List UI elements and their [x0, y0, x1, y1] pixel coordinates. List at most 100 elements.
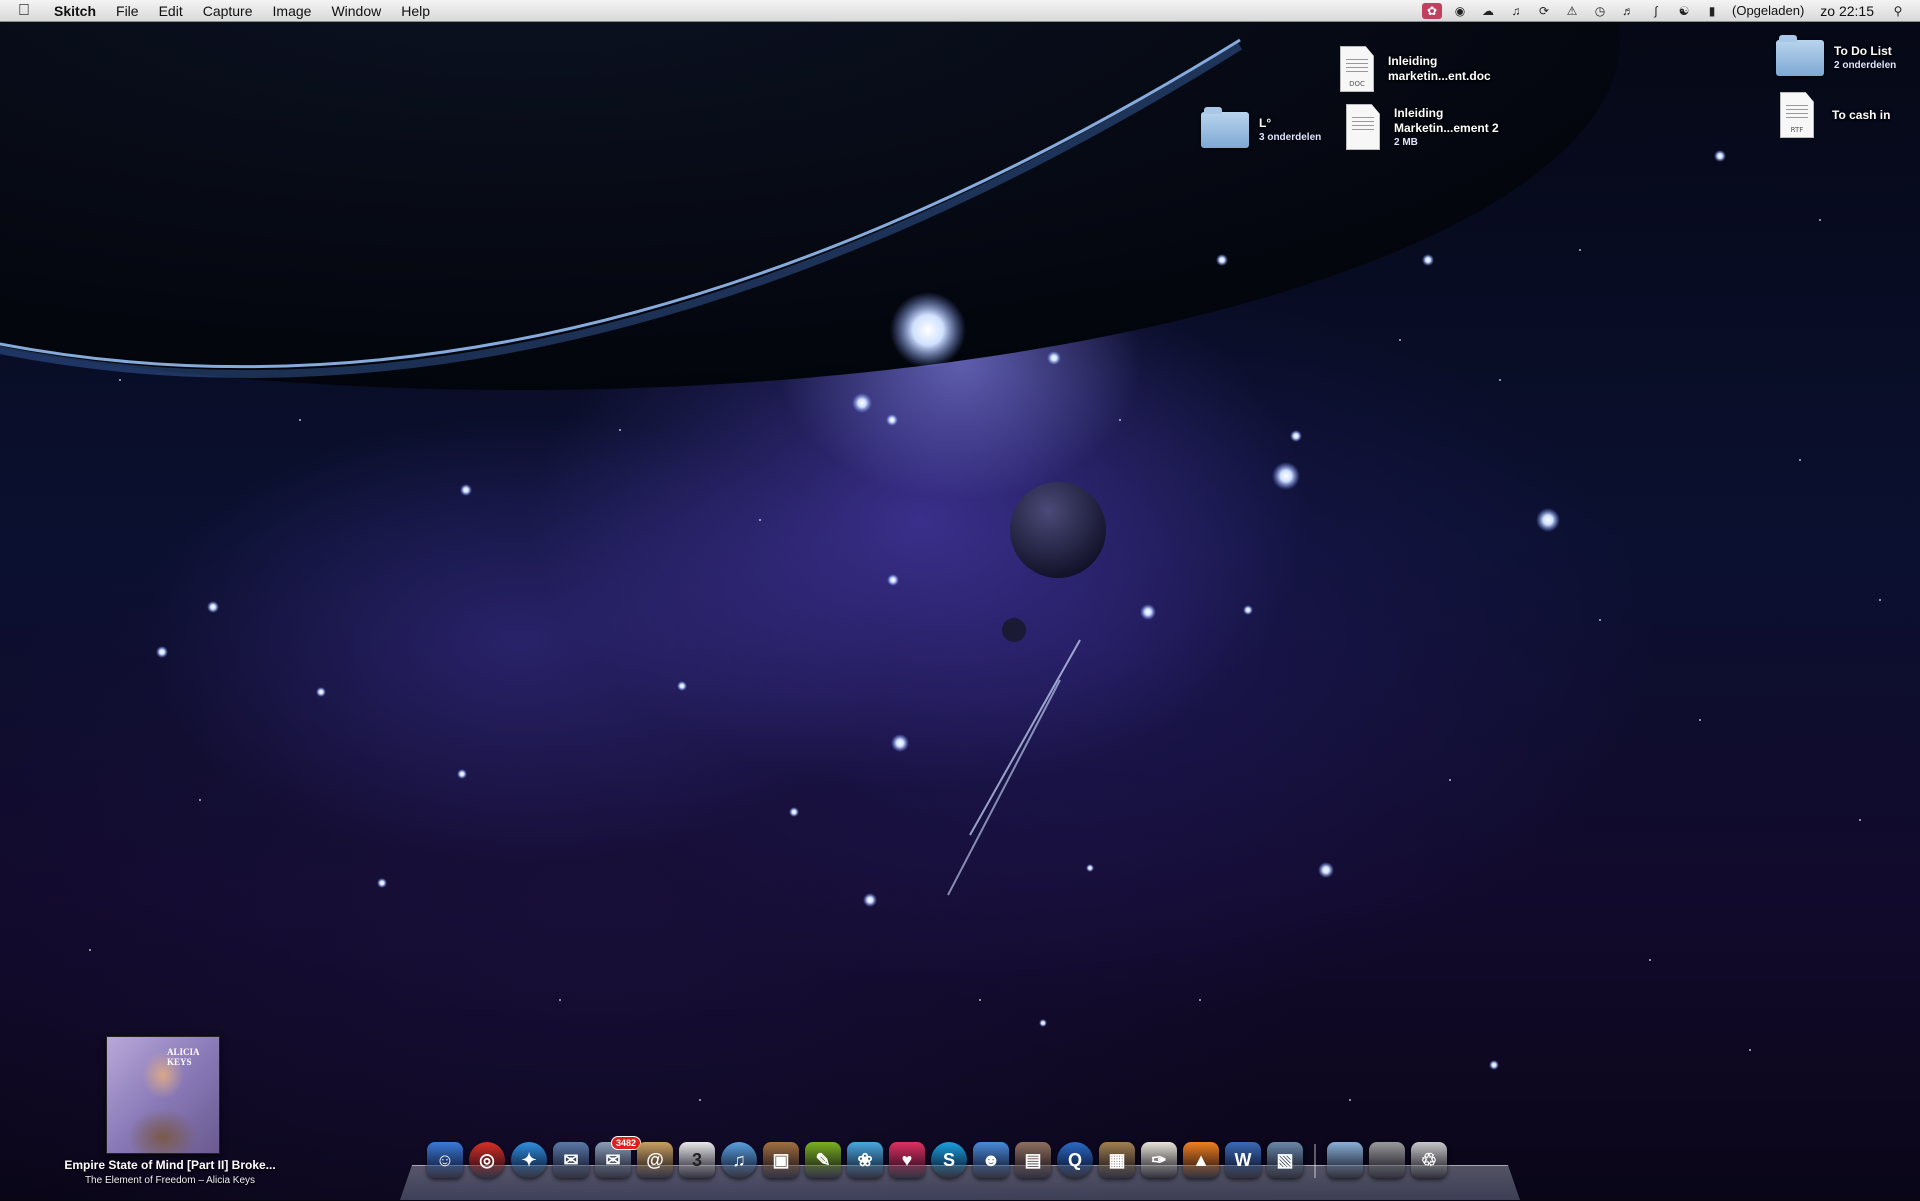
apple-menu-icon[interactable]: 	[18, 0, 36, 22]
dock: ☺ ◎ ✦ ✉ ✉ 3482 @3 ♫ ▣ ✎ ❀ ♥ S ☻ ▤ Q ▦ ✑ ▲ W ▧ ♲	[424, 1136, 1450, 1178]
menu-edit[interactable]: Edit	[149, 0, 193, 22]
vlc-glyph: ▲	[1192, 1149, 1210, 1170]
menu-file[interactable]: File	[106, 0, 149, 22]
address-book-glyph: @	[646, 1149, 664, 1170]
dock-messenger-icon[interactable]: ☻	[973, 1142, 1009, 1178]
bluetooth-icon[interactable]: ∫	[1646, 3, 1666, 19]
folder-icon	[1201, 107, 1249, 148]
desktop-item-label: Inleiding	[1394, 105, 1444, 120]
battery-status-text[interactable]: (Opgeladen)	[1726, 3, 1810, 18]
messenger-glyph: ☻	[981, 1149, 1001, 1170]
desktop-folder-l[interactable]: L° 3 onderdelen	[1201, 107, 1322, 148]
desktop-doc-to-cash-in[interactable]: RTF To cash in	[1780, 92, 1890, 138]
dock-ical-icon[interactable]: 3	[679, 1142, 715, 1178]
photo-app-glyph: ▤	[1024, 1149, 1042, 1170]
textedit-glyph: ✑	[1151, 1149, 1167, 1170]
sync-icon[interactable]: ⟳	[1534, 3, 1554, 19]
dock-twitter-bird-icon[interactable]: ❀	[847, 1142, 883, 1178]
dock-chrome-icon[interactable]: ◎	[469, 1142, 505, 1178]
alert-icon[interactable]: ⚠	[1562, 3, 1582, 19]
music-note-icon[interactable]: ♫	[1506, 3, 1526, 19]
pen-tool-glyph: ✎	[815, 1149, 831, 1170]
dock-iphoto-icon[interactable]: ▣	[763, 1142, 799, 1178]
track-title: Empire State of Mind [Part II] Broke...	[64, 1158, 276, 1172]
itunes-glyph: ♫	[732, 1149, 746, 1170]
menu-bar:  Skitch File Edit Capture Image Window …	[0, 0, 1920, 22]
skype-glyph: S	[942, 1149, 955, 1170]
chrome-glyph: ◎	[479, 1149, 495, 1170]
archive-glyph: ▦	[1108, 1149, 1126, 1170]
desktop-wallpaper	[0, 0, 1920, 1200]
moon	[1010, 482, 1106, 578]
dock-quicktime-icon[interactable]: Q	[1057, 1142, 1093, 1178]
cloud-icon[interactable]: ☁	[1478, 3, 1498, 19]
dock-downloads-stack-icon[interactable]	[1369, 1142, 1405, 1178]
dock-pen-tool-icon[interactable]: ✎	[805, 1142, 841, 1178]
mail-stamp-glyph: ✉	[563, 1149, 579, 1170]
album-art[interactable]: ALICIA KEYS	[106, 1036, 220, 1154]
desktop-item-label: Marketin...ement 2	[1394, 120, 1499, 135]
wifi-icon[interactable]: ☯	[1674, 3, 1694, 19]
desktop-item-info: 2 onderdelen	[1834, 60, 1897, 71]
desktop-item-label: Inleiding	[1388, 54, 1438, 68]
dock-word-icon[interactable]: W	[1225, 1142, 1261, 1178]
document-file-icon	[1346, 104, 1380, 150]
desktop-item-label: marketin...ent.doc	[1388, 69, 1491, 83]
desktop-item-info: 2 MB	[1394, 136, 1418, 148]
preview-glyph: ▧	[1276, 1149, 1294, 1170]
album-art-text: ALICIA KEYS	[167, 1047, 200, 1067]
desktop-doc-inleiding-marketing-2[interactable]: Inleiding Marketin...ement 2 2 MB	[1346, 104, 1499, 150]
safari-glyph: ✦	[521, 1149, 537, 1170]
twitter-bird-glyph: ❀	[857, 1149, 873, 1170]
doc-file-icon: DOC	[1340, 46, 1374, 92]
small-moon	[1002, 618, 1026, 642]
dock-itunes-icon[interactable]: ♫	[721, 1142, 757, 1178]
mail-glyph: ✉	[605, 1149, 621, 1170]
menu-help[interactable]: Help	[391, 0, 440, 22]
desktop-item-label: L°	[1259, 116, 1272, 130]
dock-photo-app-icon[interactable]: ▤	[1015, 1142, 1051, 1178]
trash-glyph: ♲	[1420, 1149, 1438, 1170]
ical-glyph: 3	[691, 1149, 702, 1170]
iphoto-glyph: ▣	[772, 1149, 790, 1170]
dock-heart-app-icon[interactable]: ♥	[889, 1142, 925, 1178]
menu-extras: ✿ ◉ ☁ ♫ ⟳ ⚠ ◷ ♬ ∫ ☯ ▮ (Opgeladen) zo 22:…	[1418, 0, 1920, 22]
dock-documents-folder-icon[interactable]	[1327, 1142, 1363, 1178]
word-glyph: W	[1234, 1149, 1252, 1170]
dock-separator	[1314, 1144, 1316, 1178]
battery-icon[interactable]: ▮	[1702, 3, 1722, 19]
folder-icon	[1776, 35, 1824, 76]
dock-archive-icon[interactable]: ▦	[1099, 1142, 1135, 1178]
menu-window[interactable]: Window	[321, 0, 391, 22]
dock-mail-icon[interactable]: ✉ 3482	[595, 1136, 641, 1178]
dock-preview-icon[interactable]: ▧	[1267, 1142, 1303, 1178]
finder-glyph: ☺	[435, 1149, 455, 1170]
desktop-folder-to-do-list[interactable]: To Do List 2 onderdelen	[1776, 35, 1897, 76]
spotlight-icon[interactable]: ⚲	[1888, 3, 1908, 19]
volume-icon[interactable]: ♬	[1618, 3, 1638, 19]
skitch-status-icon[interactable]: ✿	[1422, 2, 1442, 19]
dock-vlc-icon[interactable]: ▲	[1183, 1142, 1219, 1178]
heart-app-glyph: ♥	[901, 1149, 913, 1170]
track-artist-album: The Element of Freedom – Alicia Keys	[84, 1175, 256, 1186]
dock-safari-icon[interactable]: ✦	[511, 1142, 547, 1178]
menu-app-name[interactable]: Skitch	[50, 0, 106, 22]
dock-textedit-icon[interactable]: ✑	[1141, 1142, 1177, 1178]
dock-trash-icon[interactable]: ♲	[1411, 1142, 1447, 1178]
rtf-file-icon: RTF	[1780, 92, 1814, 138]
menu-clock[interactable]: zo 22:15	[1810, 3, 1884, 19]
quicktime-glyph: Q	[1067, 1149, 1082, 1170]
menu-image[interactable]: Image	[263, 0, 322, 22]
dock-mail-stamp-icon[interactable]: ✉	[553, 1142, 589, 1178]
dock-finder-icon[interactable]: ☺	[427, 1142, 463, 1178]
globe-icon[interactable]: ◉	[1450, 3, 1470, 19]
desktop-item-label: To cash in	[1832, 107, 1891, 122]
space-scene	[0, 0, 1881, 1101]
dock-address-book-icon[interactable]: @	[637, 1142, 673, 1178]
menu-capture[interactable]: Capture	[193, 0, 263, 22]
desktop-item-label: To Do List	[1834, 44, 1892, 58]
time-machine-icon[interactable]: ◷	[1590, 3, 1610, 19]
desktop-doc-inleiding-marketing[interactable]: DOC Inleiding marketin...ent.doc	[1340, 46, 1491, 92]
dock-skype-icon[interactable]: S	[931, 1142, 967, 1178]
desktop-item-info: 3 onderdelen	[1259, 132, 1322, 143]
